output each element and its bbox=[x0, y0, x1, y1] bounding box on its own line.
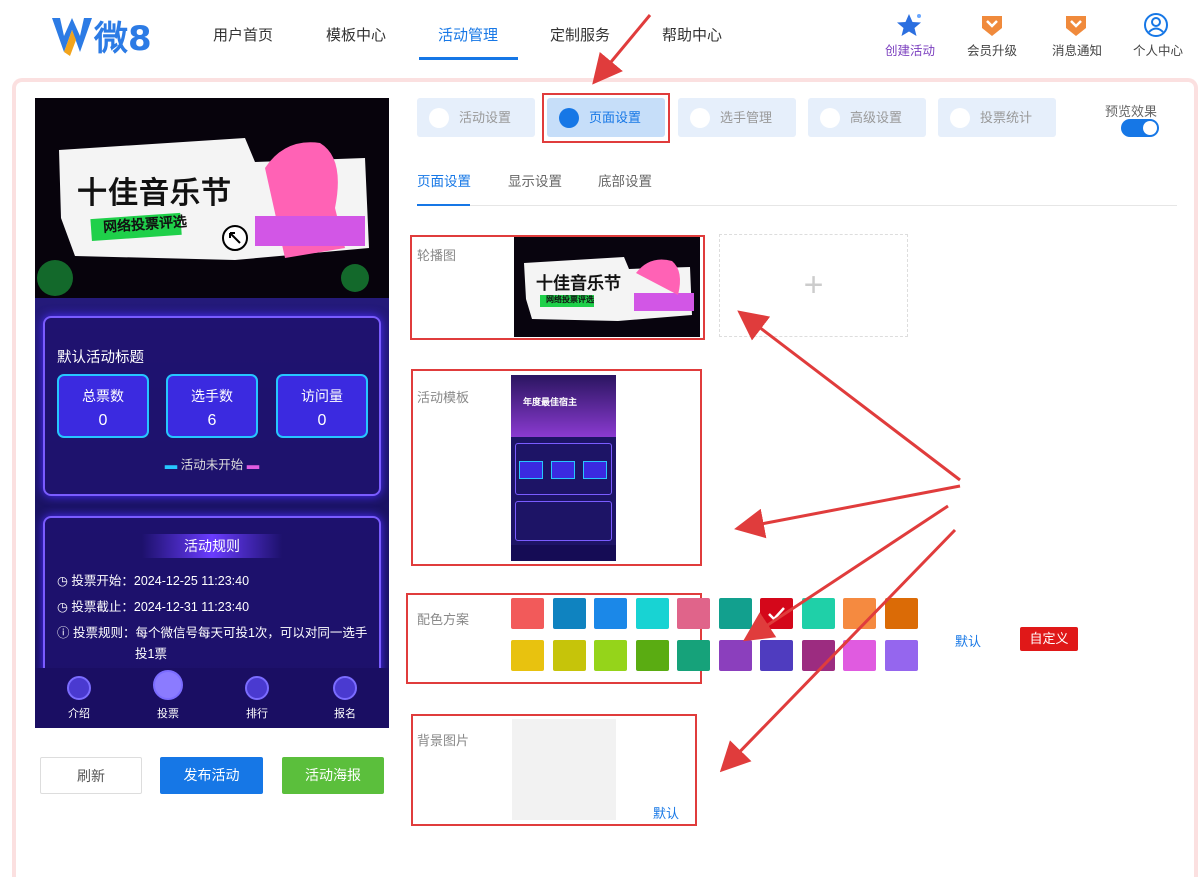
add-carousel-button[interactable]: + bbox=[719, 234, 908, 337]
rules-title: 活动规则 bbox=[142, 534, 282, 558]
bg-image-placeholder[interactable] bbox=[512, 719, 616, 820]
color-swatch[interactable] bbox=[552, 598, 586, 629]
tab-advanced[interactable]: 高级设置 bbox=[808, 98, 926, 137]
person-icon bbox=[690, 108, 710, 128]
tab-vote[interactable]: 投票 bbox=[138, 670, 198, 721]
activity-status: ▬ 活动未开始 ▬ bbox=[164, 458, 260, 472]
chart-icon bbox=[950, 108, 970, 128]
tools-icon bbox=[820, 108, 840, 128]
carousel-label: 轮播图 bbox=[417, 248, 457, 263]
intro-icon bbox=[67, 676, 91, 700]
vote-icon bbox=[153, 670, 183, 700]
tab-vote-stats[interactable]: 投票统计 bbox=[938, 98, 1056, 137]
tab-signup[interactable]: 报名 bbox=[315, 676, 375, 721]
color-swatch[interactable] bbox=[884, 640, 918, 671]
tab-activity-settings[interactable]: 活动设置 bbox=[417, 98, 535, 137]
color-swatch[interactable] bbox=[635, 598, 669, 629]
rank-icon bbox=[245, 676, 269, 700]
nav-user-home[interactable]: 用户首页 bbox=[213, 24, 273, 45]
create-activity-link[interactable]: 创建活动 bbox=[870, 40, 950, 59]
member-upgrade-link[interactable]: 会员升级 bbox=[952, 40, 1032, 59]
subtab-display[interactable]: 显示设置 bbox=[508, 170, 562, 190]
user-icon[interactable] bbox=[1142, 12, 1170, 38]
nav-custom-service[interactable]: 定制服务 bbox=[550, 24, 610, 45]
color-swatch[interactable] bbox=[552, 640, 586, 671]
color-swatch[interactable] bbox=[677, 598, 710, 629]
highlight-box-tab bbox=[542, 93, 670, 143]
nav-active-underline bbox=[419, 57, 518, 60]
rules-card: 活动规则 ◷ 投票开始：2024-12-25 11:23:40 ◷ 投票截止：2… bbox=[43, 516, 381, 686]
template-thumb-title: 年度最佳宿主 bbox=[523, 397, 578, 407]
bg-default-button[interactable]: 默认 bbox=[653, 803, 679, 822]
custom-color-button[interactable]: 自定义 bbox=[1020, 627, 1078, 651]
stat-contestants: 选手数 6 bbox=[166, 374, 258, 438]
template-thumb[interactable]: 年度最佳宿主 bbox=[511, 375, 616, 561]
phone-body: 默认活动标题 总票数 0 选手数 6 访问量 0 ▬ 活动未开始 ▬ 活动规则 ◷ 投… bbox=[35, 298, 389, 728]
stat-visits: 访问量 0 bbox=[276, 374, 368, 438]
nav-templates[interactable]: 模板中心 bbox=[326, 24, 386, 45]
subtab-divider bbox=[417, 205, 1177, 206]
stat-total-votes: 总票数 0 bbox=[57, 374, 149, 438]
rule-text-cont: 投1票 bbox=[135, 647, 167, 661]
color-swatch[interactable] bbox=[843, 640, 876, 671]
rule-text: ⓘ 投票规则：每个微信号每天可投1次，可以对同一选手 bbox=[57, 626, 368, 640]
signup-icon bbox=[333, 676, 357, 700]
color-swatch[interactable] bbox=[801, 640, 835, 671]
phone-preview: 十佳音乐节 网络投票评选 默认活动标题 总票数 0 选手数 6 访问量 0 ▬ 活动未… bbox=[35, 98, 389, 728]
carousel-thumb-title: 十佳音乐节 bbox=[536, 274, 621, 293]
activity-card: 默认活动标题 总票数 0 选手数 6 访问量 0 ▬ 活动未开始 ▬ bbox=[43, 316, 381, 496]
vip-icon[interactable] bbox=[978, 12, 1006, 38]
color-swatch[interactable] bbox=[718, 598, 752, 629]
personal-center-link[interactable]: 个人中心 bbox=[1118, 40, 1198, 59]
rule-end: ◷ 投票截止：2024-12-31 11:23:40 bbox=[57, 600, 250, 614]
color-swatch[interactable] bbox=[718, 640, 752, 671]
color-swatch[interactable] bbox=[677, 640, 710, 671]
heart-icon bbox=[429, 108, 449, 128]
template-label: 活动模板 bbox=[417, 390, 470, 405]
subtab-underline bbox=[417, 204, 470, 206]
tab-intro[interactable]: 介绍 bbox=[49, 676, 109, 721]
color-swatch[interactable] bbox=[511, 640, 544, 671]
color-swatch[interactable] bbox=[760, 640, 793, 671]
default-color-button[interactable]: 默认 bbox=[955, 631, 981, 650]
subtab-footer[interactable]: 底部设置 bbox=[598, 170, 652, 190]
phone-tabbar: 介绍 投票 排行 报名 bbox=[35, 668, 389, 728]
color-swatch-selected[interactable] bbox=[760, 598, 793, 629]
tab-rank[interactable]: 排行 bbox=[227, 676, 287, 721]
star-icon[interactable] bbox=[895, 12, 923, 38]
subtab-page[interactable]: 页面设置 bbox=[417, 170, 471, 190]
refresh-button[interactable]: 刷新 bbox=[40, 757, 142, 794]
carousel-thumb-sub: 网络投票评选 bbox=[546, 295, 594, 304]
publish-button[interactable]: 发布活动 bbox=[160, 757, 263, 794]
nav-activity-manage[interactable]: 活动管理 bbox=[438, 24, 498, 45]
color-swatch[interactable] bbox=[884, 598, 918, 629]
color-swatch[interactable] bbox=[801, 598, 835, 629]
preview-toggle[interactable] bbox=[1121, 119, 1159, 137]
color-swatch[interactable] bbox=[635, 640, 669, 671]
svg-text:微8: 微8 bbox=[93, 19, 152, 58]
color-swatch[interactable] bbox=[594, 598, 627, 629]
color-swatch[interactable] bbox=[843, 598, 876, 629]
tab-contestants[interactable]: 选手管理 bbox=[678, 98, 796, 137]
bg-label: 背景图片 bbox=[417, 733, 470, 748]
logo[interactable]: 微8 bbox=[50, 12, 160, 58]
message-notify-link[interactable]: 消息通知 bbox=[1037, 40, 1117, 59]
poster-button[interactable]: 活动海报 bbox=[282, 757, 384, 794]
banner-image: 十佳音乐节 网络投票评选 bbox=[35, 98, 389, 298]
preview-label: 预览效果 bbox=[1105, 104, 1158, 119]
banner-title: 十佳音乐节 bbox=[77, 177, 232, 210]
color-swatch[interactable] bbox=[511, 598, 544, 629]
color-swatch[interactable] bbox=[594, 640, 627, 671]
bell-icon[interactable] bbox=[1062, 12, 1090, 38]
nav-help[interactable]: 帮助中心 bbox=[662, 24, 722, 45]
rule-start: ◷ 投票开始：2024-12-25 11:23:40 bbox=[57, 574, 250, 588]
colors-label: 配色方案 bbox=[417, 612, 470, 627]
carousel-thumb[interactable]: 十佳音乐节 网络投票评选 bbox=[514, 237, 700, 337]
activity-title: 默认活动标题 bbox=[57, 350, 144, 366]
